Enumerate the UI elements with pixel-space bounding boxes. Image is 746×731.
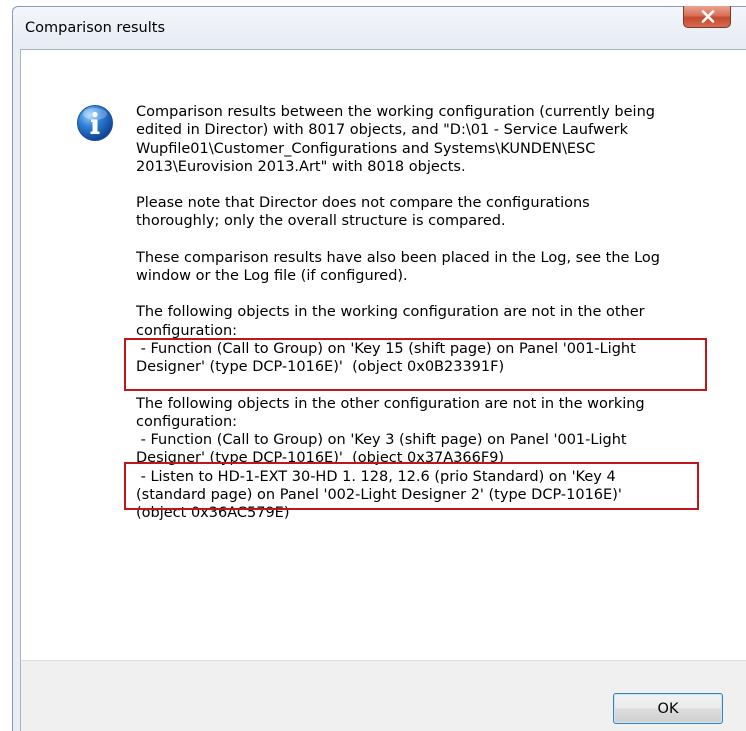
- highlight-box-working: [124, 338, 707, 391]
- close-icon: [701, 10, 715, 23]
- dialog-content: Comparison results between the working c…: [20, 49, 746, 731]
- dialog-footer: OK: [21, 660, 746, 731]
- info-icon: [77, 105, 113, 141]
- window-title: Comparison results: [25, 20, 166, 36]
- message-text: Comparison results between the working c…: [136, 103, 726, 523]
- highlight-box-other: [124, 462, 699, 510]
- close-button[interactable]: [683, 6, 731, 28]
- message-paragraph-summary: Comparison results between the working c…: [136, 104, 655, 175]
- message-paragraph-note: Please note that Director does not compa…: [136, 195, 590, 230]
- title-bar[interactable]: Comparison results: [13, 6, 746, 49]
- message-paragraph-log: These comparison results have also been …: [136, 249, 660, 285]
- section-working-not-in-other-heading: The following objects in the working con…: [136, 304, 645, 339]
- section-other-not-in-working-heading: The following objects in the other confi…: [136, 395, 645, 430]
- comparison-results-dialog: Comparison results Comparison results be…: [12, 6, 746, 731]
- ok-button[interactable]: OK: [613, 693, 723, 724]
